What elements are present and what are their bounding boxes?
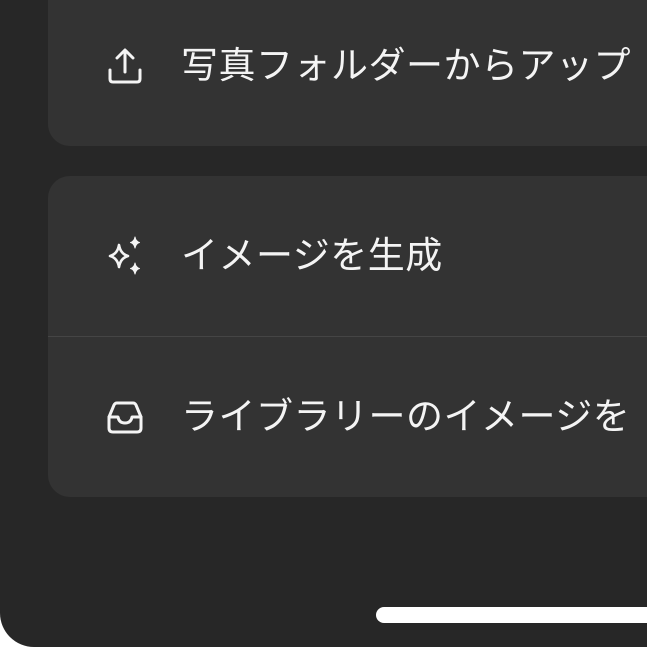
home-indicator[interactable] <box>376 607 647 623</box>
upload-icon <box>104 45 146 87</box>
upload-from-photos-option[interactable]: 写真フォルダーからアップ <box>48 0 647 146</box>
image-options-card: イメージを生成 ライブラリーのイメージを <box>48 176 647 497</box>
upload-card: 写真フォルダーからアップ <box>48 0 647 146</box>
sparkles-icon <box>104 235 146 277</box>
action-sheet-screen: 写真フォルダーからアップ イメージを生成 ライブラリーのイメージを <box>0 0 647 647</box>
generate-image-label: イメージを生成 <box>181 234 443 277</box>
inbox-tray-icon <box>104 396 146 438</box>
library-image-label: ライブラリーのイメージを <box>181 395 631 438</box>
generate-image-option[interactable]: イメージを生成 <box>48 176 647 336</box>
library-image-option[interactable]: ライブラリーのイメージを <box>48 337 647 497</box>
upload-from-photos-label: 写真フォルダーからアップ <box>181 44 631 87</box>
